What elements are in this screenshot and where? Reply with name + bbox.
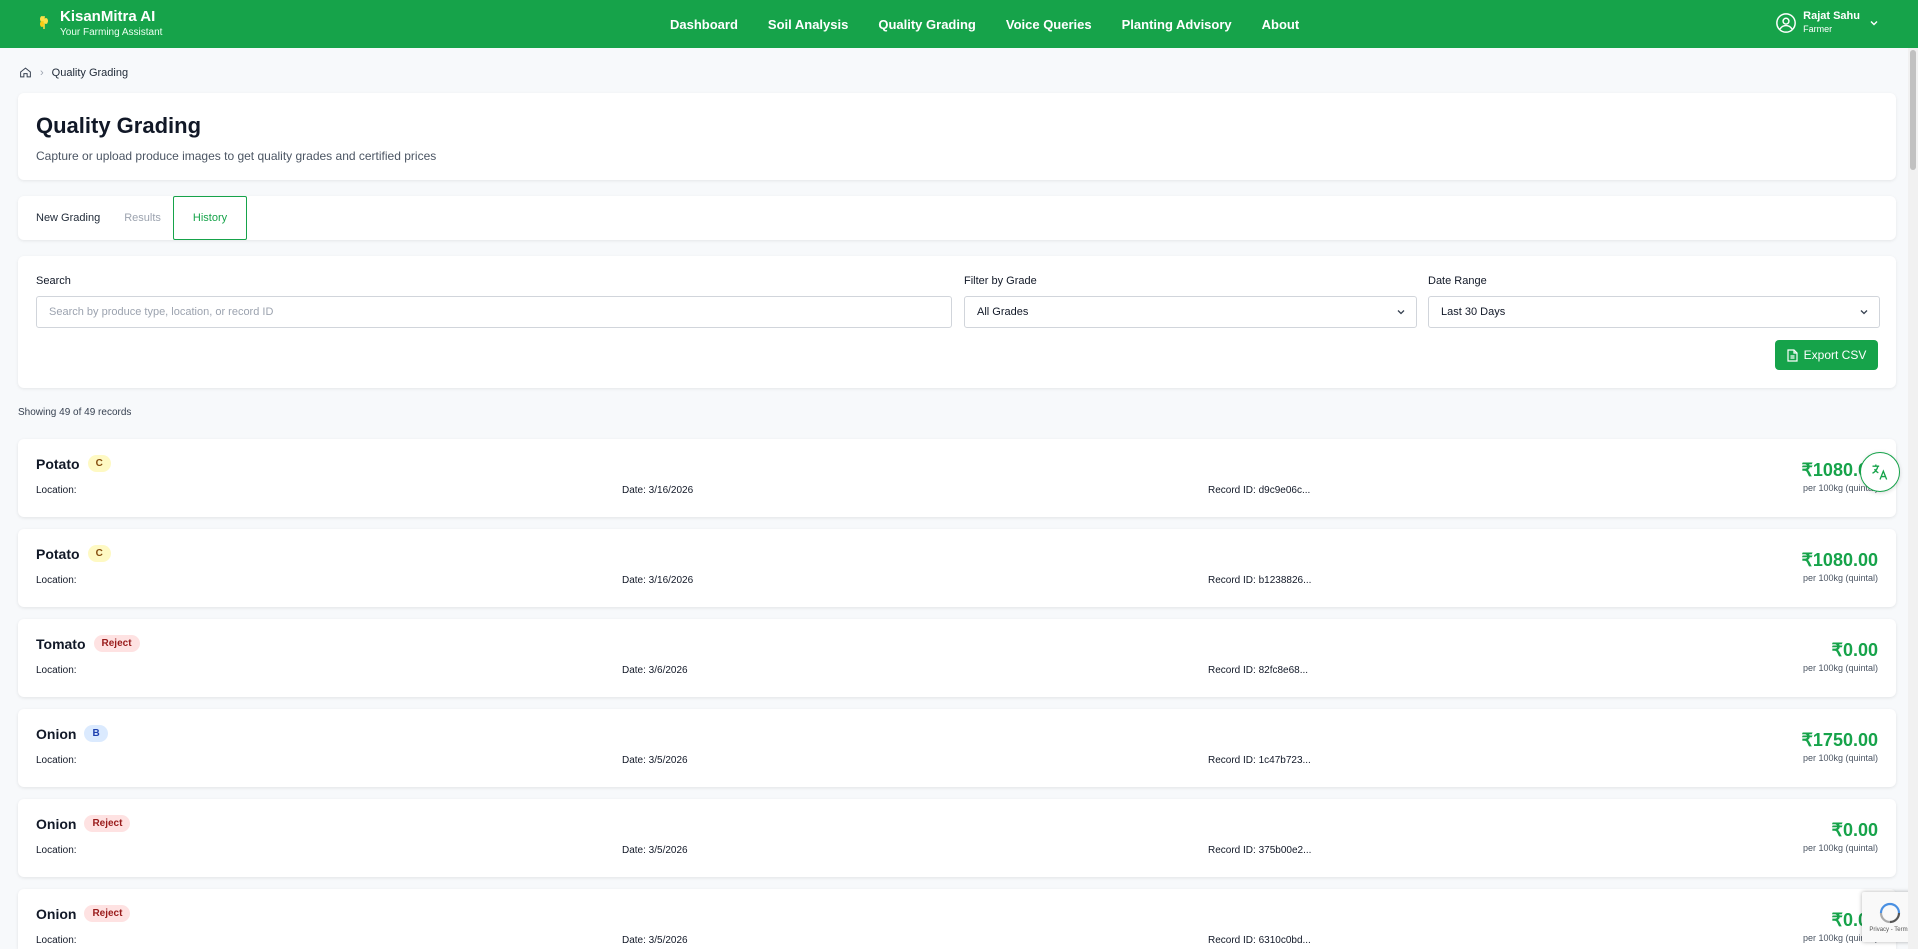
record-location: Location: [36,845,77,856]
record-id: Record ID: 6310c0bd... [1208,935,1311,946]
grade-badge: Reject [93,635,140,652]
tab-new-grading[interactable]: New Grading [36,196,112,240]
page-subtitle: Capture or upload produce images to get … [36,149,437,163]
date-range-label: Date Range [1428,275,1487,287]
grade-filter-select[interactable]: All Grades [964,296,1417,328]
record-date: Date: 3/16/2026 [622,485,694,496]
chevron-down-icon [1397,310,1405,315]
produce-name: Onion [36,815,77,832]
recaptcha-icon [1879,902,1901,924]
record-date: Date: 3/5/2026 [622,755,688,766]
chevron-down-icon [1870,20,1878,25]
brand-title: KisanMitra AI [60,8,156,25]
grade-filter-value: All Grades [977,306,1029,318]
record-id: Record ID: 82fc8e68... [1208,665,1309,676]
wheat-icon [34,12,54,32]
nav-about[interactable]: About [1262,17,1300,32]
user-role: Farmer [1803,24,1833,34]
translate-icon [1872,464,1888,480]
record-date: Date: 3/5/2026 [622,935,688,946]
chevron-right-icon: › [40,66,44,79]
record-date: Date: 3/16/2026 [622,575,694,586]
translate-button[interactable] [1860,452,1900,492]
record-location: Location: [36,755,77,766]
record-price-unit: per 100kg (quintal) [1802,753,1878,763]
record-count: Showing 49 of 49 records [18,407,132,418]
produce-name: Onion [36,905,77,922]
breadcrumb-current: Quality Grading [51,66,129,79]
scrollbar-thumb[interactable] [1910,50,1916,170]
produce-name: Onion [36,725,77,742]
search-label: Search [36,275,71,287]
file-icon [1787,348,1798,362]
tab-history[interactable]: History [172,196,248,240]
list-item[interactable]: Onion B Location: Date: 3/5/2026 Record I… [18,709,1896,787]
record-price-unit: per 100kg (quintal) [1802,573,1878,583]
grade-badge: C [87,545,111,562]
grade-badge: Reject [84,905,131,922]
page-header-card: Quality Grading Capture or upload produc… [18,93,1896,180]
user-menu[interactable]: Rajat Sahu Farmer [1775,10,1880,35]
export-csv-button[interactable]: Export CSV [1775,340,1878,370]
page-scrollbar[interactable] [1908,48,1918,949]
grade-badge: Reject [84,815,131,832]
date-range-value: Last 30 Days [1441,306,1506,318]
record-price: ₹1080.00 [1801,550,1878,570]
list-item[interactable]: Onion Reject Location: Date: 3/5/2026 Rec… [18,889,1896,949]
produce-name: Tomato [36,635,86,652]
nav-planting-advisory[interactable]: Planting Advisory [1122,17,1232,32]
record-price: ₹0.00 [1831,820,1879,840]
breadcrumb: › Quality Grading [19,66,128,79]
record-location: Location: [36,575,77,586]
list-item[interactable]: Tomato Reject Location: Date: 3/6/2026 Re… [18,619,1896,697]
record-price: ₹1750.00 [1801,730,1878,750]
nav-soil-analysis[interactable]: Soil Analysis [768,17,848,32]
record-id: Record ID: 375b00e2... [1208,845,1312,856]
export-csv-label: Export CSV [1803,348,1867,362]
tabs: New Grading Results History [18,196,1896,240]
grade-badge: C [87,455,111,472]
nav-dashboard[interactable]: Dashboard [670,17,738,32]
nav-quality-grading[interactable]: Quality Grading [878,17,976,32]
produce-name: Potato [36,545,80,562]
produce-name: Potato [36,455,80,472]
search-input[interactable]: Search by produce type, location, or rec… [36,296,952,328]
home-icon[interactable] [19,66,32,79]
tab-results[interactable]: Results [112,196,173,240]
record-id: Record ID: d9c9e06c... [1208,485,1311,496]
page-title: Quality Grading [36,113,202,138]
list-item[interactable]: Potato C Location: Date: 3/16/2026 Record… [18,529,1896,607]
nav-voice-queries[interactable]: Voice Queries [1006,17,1092,32]
record-date: Date: 3/6/2026 [622,665,688,676]
top-navbar: KisanMitra AI Your Farming Assistant Das… [0,0,1918,48]
chevron-down-icon [1860,310,1868,315]
record-price-unit: per 100kg (quintal) [1802,843,1878,853]
brand[interactable]: KisanMitra AI Your Farming Assistant [34,8,162,40]
list-item[interactable]: Potato C Location: Date: 3/16/2026 Record… [18,439,1896,517]
record-price-unit: per 100kg (quintal) [1802,663,1878,673]
recaptcha-text[interactable]: Privacy - Terms [1869,927,1910,933]
record-id: Record ID: b1238826... [1208,575,1312,586]
user-circle-icon [1776,12,1797,33]
record-id: Record ID: 1c47b723... [1208,755,1311,766]
date-range-select[interactable]: Last 30 Days [1428,296,1880,328]
grade-badge: B [84,725,108,742]
user-name: Rajat Sahu [1803,10,1860,22]
record-date: Date: 3/5/2026 [622,845,688,856]
record-location: Location: [36,665,77,676]
filter-card: Search Search by produce type, location,… [18,256,1896,388]
record-price: ₹0.00 [1831,640,1879,660]
grade-filter-label: Filter by Grade [964,275,1037,287]
list-item[interactable]: Onion Reject Location: Date: 3/5/2026 Rec… [18,799,1896,877]
brand-subtitle: Your Farming Assistant [60,27,163,38]
record-location: Location: [36,485,77,496]
record-location: Location: [36,935,77,946]
main-nav: Dashboard Soil Analysis Quality Grading … [670,0,1329,48]
